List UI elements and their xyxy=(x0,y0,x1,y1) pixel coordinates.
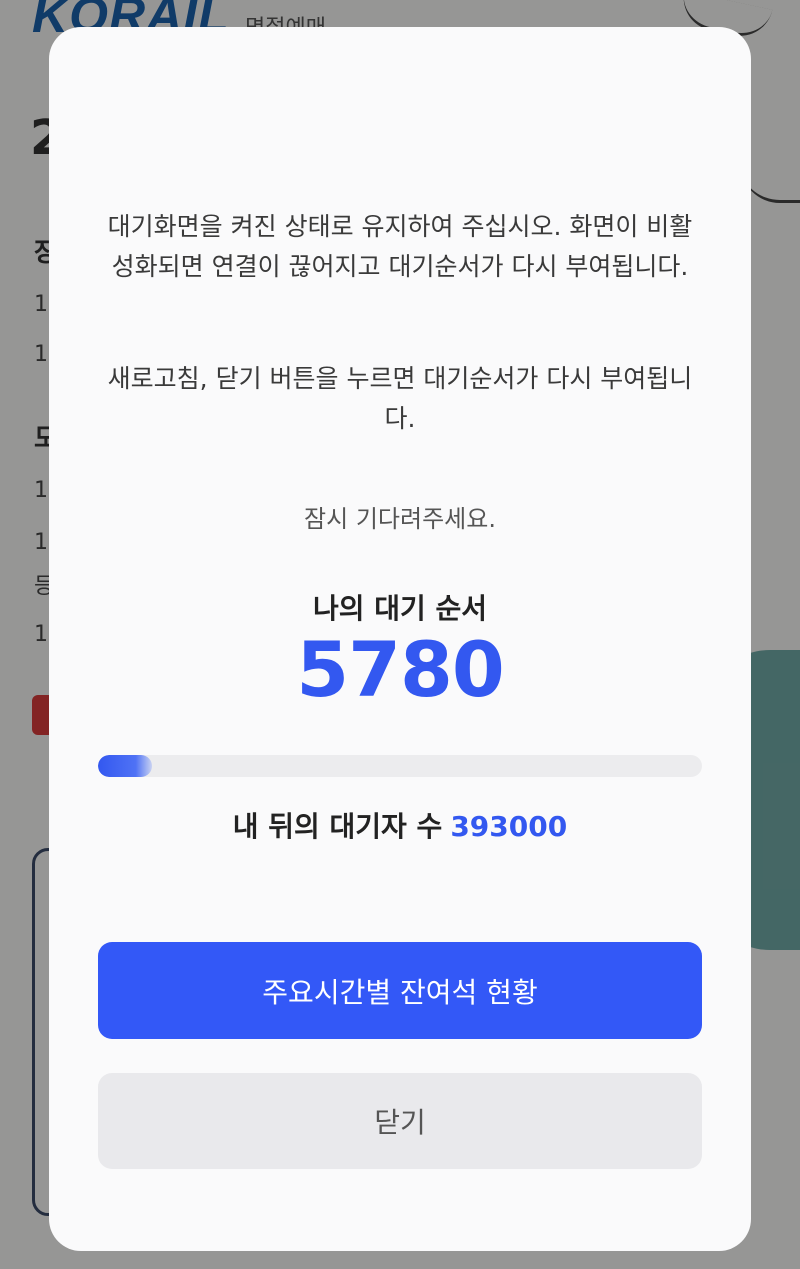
queue-modal: 대기화면을 켜진 상태로 유지하여 주십시오. 화면이 비활성화되면 연결이 끊… xyxy=(49,27,751,1251)
page: KORAIL 명절예매 2 장 1 1 도 1 1 등 1 대기화면을 켜진 상… xyxy=(0,0,800,1269)
behind-label: 내 뒤의 대기자 수 xyxy=(232,810,443,843)
queue-number: 5780 xyxy=(296,625,505,714)
wait-message: 잠시 기다려주세요. xyxy=(304,505,496,533)
behind-count: 393000 xyxy=(450,810,568,843)
progress-bar xyxy=(98,755,702,777)
queue-label: 나의 대기 순서 xyxy=(312,592,488,625)
progress-fill xyxy=(98,755,153,777)
seat-status-button[interactable]: 주요시간별 잔여석 현황 xyxy=(98,942,702,1039)
close-button[interactable]: 닫기 xyxy=(98,1073,702,1169)
behind-count-row: 내 뒤의 대기자 수 393000 xyxy=(49,805,751,845)
notice-refresh-warning: 새로고침, 닫기 버튼을 누르면 대기순서가 다시 부여됩니다. xyxy=(107,364,693,433)
notice-keep-screen-on: 대기화면을 켜진 상태로 유지하여 주십시오. 화면이 비활성화되면 연결이 끊… xyxy=(107,212,693,281)
